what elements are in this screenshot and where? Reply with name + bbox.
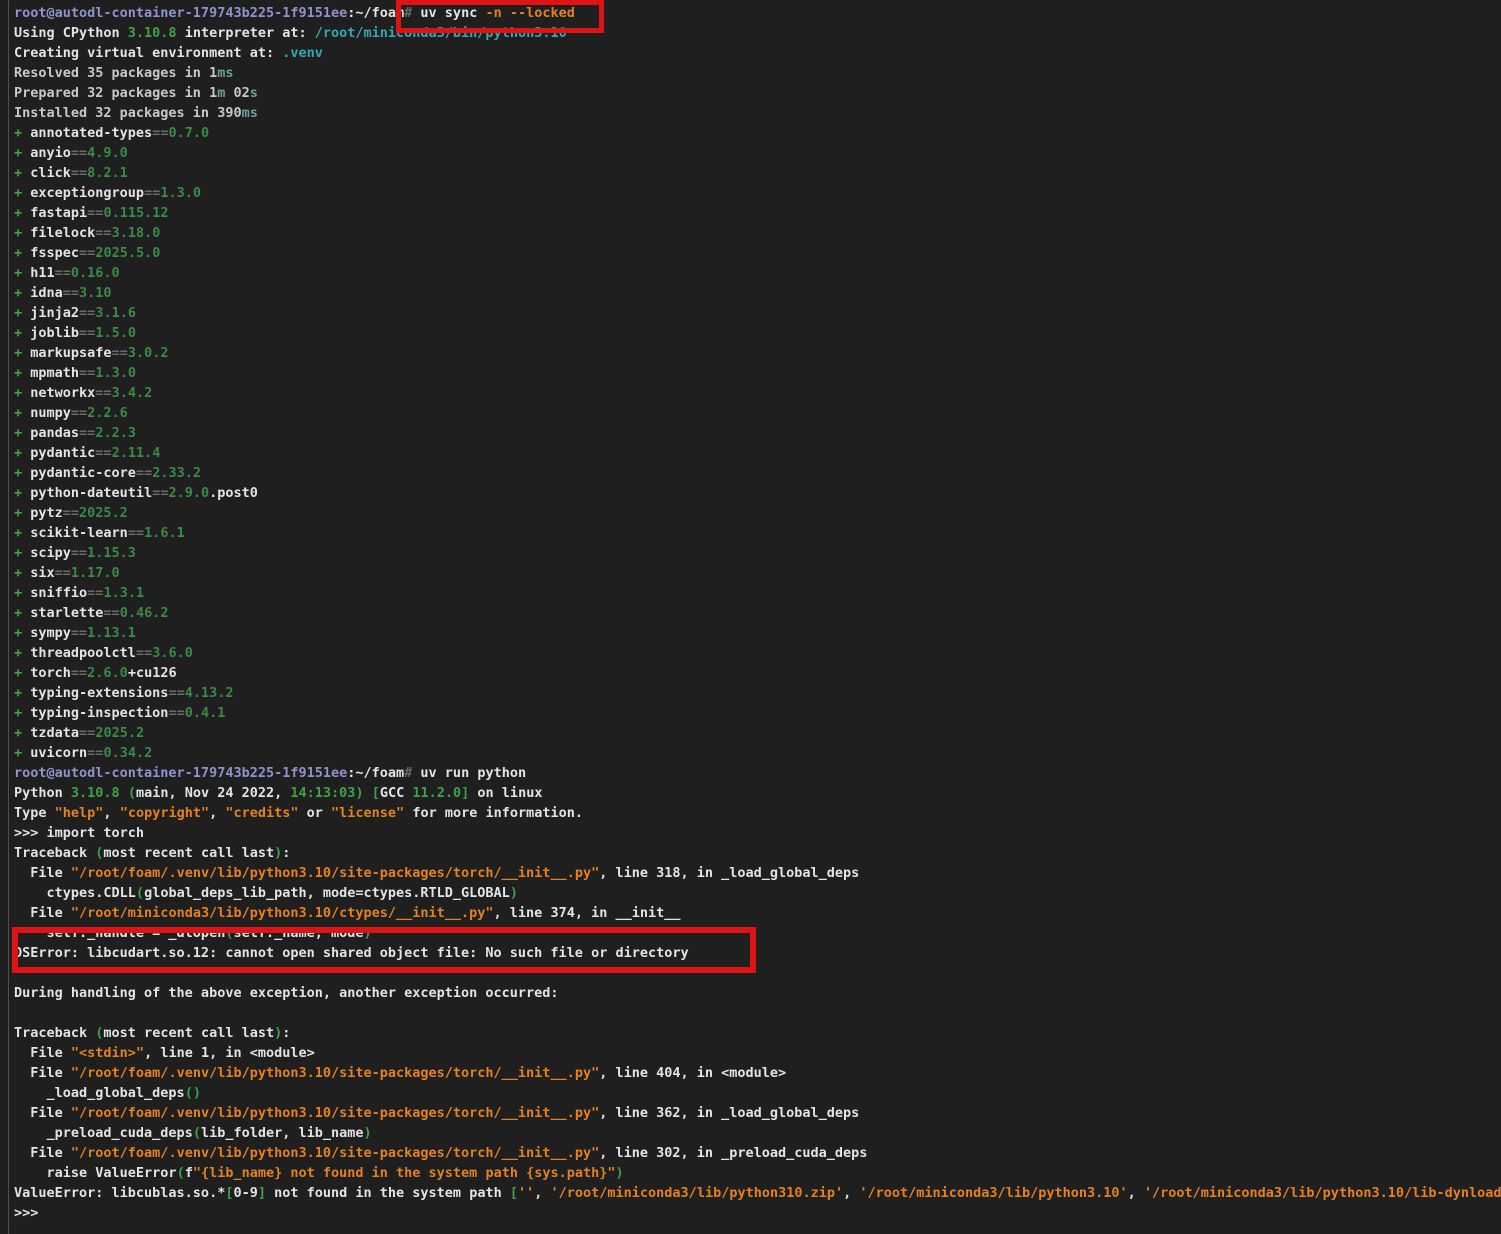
terminal-line: + starlette==0.46.2: [14, 603, 1501, 623]
terminal-line: File "/root/miniconda3/lib/python3.10/ct…: [14, 903, 1501, 923]
terminal-line: + fsspec==2025.5.0: [14, 243, 1501, 263]
terminal-line: Resolved 35 packages in 1ms: [14, 63, 1501, 83]
terminal-line: + python-dateutil==2.9.0.post0: [14, 483, 1501, 503]
terminal-line: self._handle = _dlopen(self._name, mode): [14, 923, 1501, 943]
terminal-line: + exceptiongroup==1.3.0: [14, 183, 1501, 203]
terminal-line: ctypes.CDLL(global_deps_lib_path, mode=c…: [14, 883, 1501, 903]
terminal-line: File "/root/foam/.venv/lib/python3.10/si…: [14, 1143, 1501, 1163]
terminal-line: Prepared 32 packages in 1m 02s: [14, 83, 1501, 103]
terminal-line: + pandas==2.2.3: [14, 423, 1501, 443]
terminal-line: + threadpoolctl==3.6.0: [14, 643, 1501, 663]
terminal-line: + annotated-types==0.7.0: [14, 123, 1501, 143]
terminal-line: + sniffio==1.3.1: [14, 583, 1501, 603]
terminal-line: + h11==0.16.0: [14, 263, 1501, 283]
terminal-line: + pydantic==2.11.4: [14, 443, 1501, 463]
terminal-line: File "/root/foam/.venv/lib/python3.10/si…: [14, 1103, 1501, 1123]
terminal-line: + markupsafe==3.0.2: [14, 343, 1501, 363]
terminal-line: root@autodl-container-179743b225-1f9151e…: [14, 3, 1501, 23]
terminal-line: + fastapi==0.115.12: [14, 203, 1501, 223]
terminal-line: + typing-inspection==0.4.1: [14, 703, 1501, 723]
terminal-line: + pydantic-core==2.33.2: [14, 463, 1501, 483]
terminal-line: + networkx==3.4.2: [14, 383, 1501, 403]
terminal-line: File "<stdin>", line 1, in <module>: [14, 1043, 1501, 1063]
terminal-line: Traceback (most recent call last):: [14, 1023, 1501, 1043]
terminal-line: root@autodl-container-179743b225-1f9151e…: [14, 763, 1501, 783]
terminal-line: Python 3.10.8 (main, Nov 24 2022, 14:13:…: [14, 783, 1501, 803]
terminal-line: + filelock==3.18.0: [14, 223, 1501, 243]
terminal-line: Creating virtual environment at: .venv: [14, 43, 1501, 63]
terminal-line: During handling of the above exception, …: [14, 983, 1501, 1003]
terminal-line: + scipy==1.15.3: [14, 543, 1501, 563]
terminal-line: + tzdata==2025.2: [14, 723, 1501, 743]
terminal-line: OSError: libcudart.so.12: cannot open sh…: [14, 943, 1501, 963]
terminal-line: File "/root/foam/.venv/lib/python3.10/si…: [14, 863, 1501, 883]
terminal-line: + uvicorn==0.34.2: [14, 743, 1501, 763]
terminal-line: raise ValueError(f"{lib_name} not found …: [14, 1163, 1501, 1183]
terminal-line: + joblib==1.5.0: [14, 323, 1501, 343]
terminal-line: + pytz==2025.2: [14, 503, 1501, 523]
terminal-line: >>> import torch: [14, 823, 1501, 843]
terminal-line: _load_global_deps(): [14, 1083, 1501, 1103]
terminal-line: + anyio==4.9.0: [14, 143, 1501, 163]
left-column-guide: [8, 0, 9, 1234]
terminal-line: + typing-extensions==4.13.2: [14, 683, 1501, 703]
terminal-line: ValueError: libcublas.so.*[0-9] not foun…: [14, 1183, 1501, 1203]
terminal-line: + idna==3.10: [14, 283, 1501, 303]
terminal-line: + mpmath==1.3.0: [14, 363, 1501, 383]
terminal-line: [14, 1003, 1501, 1023]
terminal-output: root@autodl-container-179743b225-1f9151e…: [14, 3, 1501, 1223]
terminal-line: Type "help", "copyright", "credits" or "…: [14, 803, 1501, 823]
terminal-line: _preload_cuda_deps(lib_folder, lib_name): [14, 1123, 1501, 1143]
terminal-line: + click==8.2.1: [14, 163, 1501, 183]
terminal-line: + sympy==1.13.1: [14, 623, 1501, 643]
terminal-line: + torch==2.6.0+cu126: [14, 663, 1501, 683]
terminal-line: + jinja2==3.1.6: [14, 303, 1501, 323]
terminal-line: >>>: [14, 1203, 1501, 1223]
terminal-line: + scikit-learn==1.6.1: [14, 523, 1501, 543]
terminal-line: Installed 32 packages in 390ms: [14, 103, 1501, 123]
terminal-line: Using CPython 3.10.8 interpreter at: /ro…: [14, 23, 1501, 43]
terminal-line: + six==1.17.0: [14, 563, 1501, 583]
terminal-line: Traceback (most recent call last):: [14, 843, 1501, 863]
terminal-line: [14, 963, 1501, 983]
terminal-line: File "/root/foam/.venv/lib/python3.10/si…: [14, 1063, 1501, 1083]
terminal-line: + numpy==2.2.6: [14, 403, 1501, 423]
